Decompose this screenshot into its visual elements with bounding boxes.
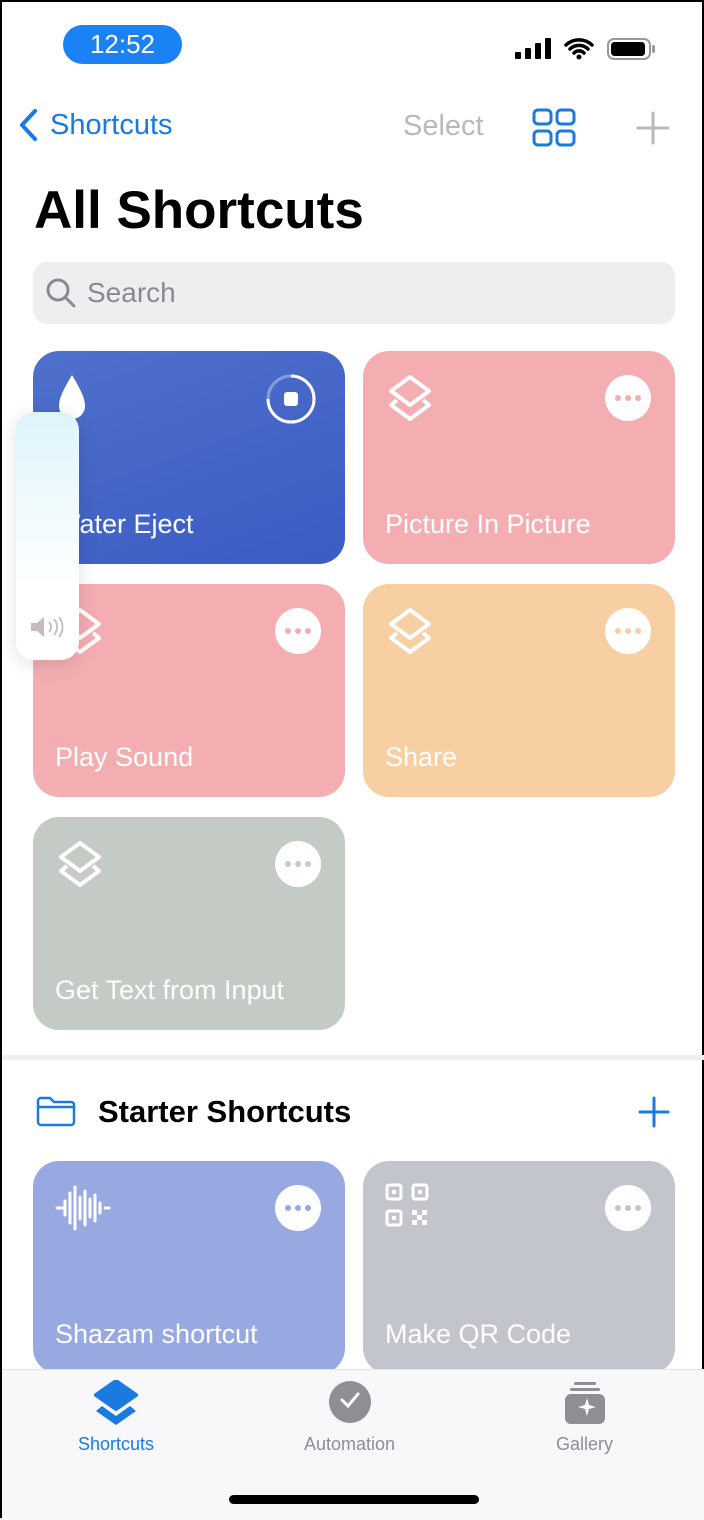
- shortcut-name: Share: [385, 742, 458, 772]
- more-button[interactable]: [605, 375, 651, 421]
- qr-code-icon: [385, 1183, 429, 1227]
- tab-label: Gallery: [556, 1434, 614, 1454]
- shortcut-name: Make QR Code: [385, 1319, 572, 1349]
- home-indicator: [229, 1495, 479, 1504]
- more-button[interactable]: [275, 841, 321, 887]
- more-button[interactable]: [605, 1185, 651, 1231]
- add-starter-icon[interactable]: [638, 1096, 670, 1128]
- search-input[interactable]: Search: [33, 262, 675, 324]
- shortcut-card-share[interactable]: Share: [363, 584, 675, 797]
- speaker-icon: [31, 616, 64, 638]
- stop-progress-icon[interactable]: [265, 373, 317, 425]
- wifi-icon: [564, 38, 594, 60]
- automation-clock-icon: [328, 1381, 371, 1423]
- battery-icon: [607, 38, 655, 60]
- page-title: All Shortcuts: [34, 181, 364, 240]
- tab-label: Shortcuts: [78, 1434, 155, 1454]
- section-title: Starter Shortcuts: [98, 1094, 352, 1129]
- status-time: 12:52: [63, 25, 182, 64]
- shortcut-card-picture-in-picture[interactable]: Picture In Picture: [363, 351, 675, 564]
- select-button[interactable]: Select: [403, 110, 484, 143]
- shortcut-name: Get Text from Input: [55, 975, 285, 1005]
- add-icon[interactable]: [636, 111, 670, 145]
- gallery-sparkle-icon: [564, 1382, 605, 1424]
- shortcut-name: Play Sound: [55, 742, 194, 772]
- shortcuts-stack-icon: [94, 1380, 139, 1425]
- grid-view-icon[interactable]: [532, 108, 576, 148]
- more-button[interactable]: [275, 608, 321, 654]
- waveform-icon: [55, 1185, 111, 1231]
- shortcut-name: Shazam shortcut: [55, 1319, 258, 1349]
- folder-icon: [36, 1096, 76, 1127]
- more-button[interactable]: [605, 608, 651, 654]
- back-label: Shortcuts: [50, 108, 173, 141]
- cellular-signal-icon: [515, 38, 551, 59]
- tab-shortcuts[interactable]: Shortcuts: [78, 1380, 154, 1455]
- more-button[interactable]: [275, 1185, 321, 1231]
- tab-automation[interactable]: Automation: [304, 1380, 395, 1455]
- tab-label: Automation: [304, 1434, 396, 1454]
- layers-icon: [59, 841, 101, 887]
- shortcut-card-make-qr-code[interactable]: Make QR Code: [363, 1161, 675, 1374]
- volume-slider[interactable]: [16, 412, 79, 660]
- section-divider: [2, 1055, 704, 1060]
- tab-gallery[interactable]: Gallery: [556, 1380, 613, 1455]
- shortcut-card-get-text-from-input[interactable]: Get Text from Input: [33, 817, 345, 1030]
- search-placeholder: Search: [87, 277, 176, 308]
- tab-bar: Shortcuts Automation Gallery: [2, 1369, 704, 1520]
- shortcut-card-play-sound[interactable]: Play Sound: [33, 584, 345, 797]
- shortcut-card-water-eject[interactable]: Water Eject: [33, 351, 345, 564]
- back-button[interactable]: Shortcuts: [18, 108, 173, 142]
- search-icon: [46, 278, 76, 308]
- layers-icon: [389, 375, 431, 421]
- shortcut-name: Picture In Picture: [385, 509, 591, 539]
- shortcut-card-shazam[interactable]: Shazam shortcut: [33, 1161, 345, 1374]
- layers-icon: [389, 608, 431, 654]
- chevron-left-icon: [20, 109, 37, 141]
